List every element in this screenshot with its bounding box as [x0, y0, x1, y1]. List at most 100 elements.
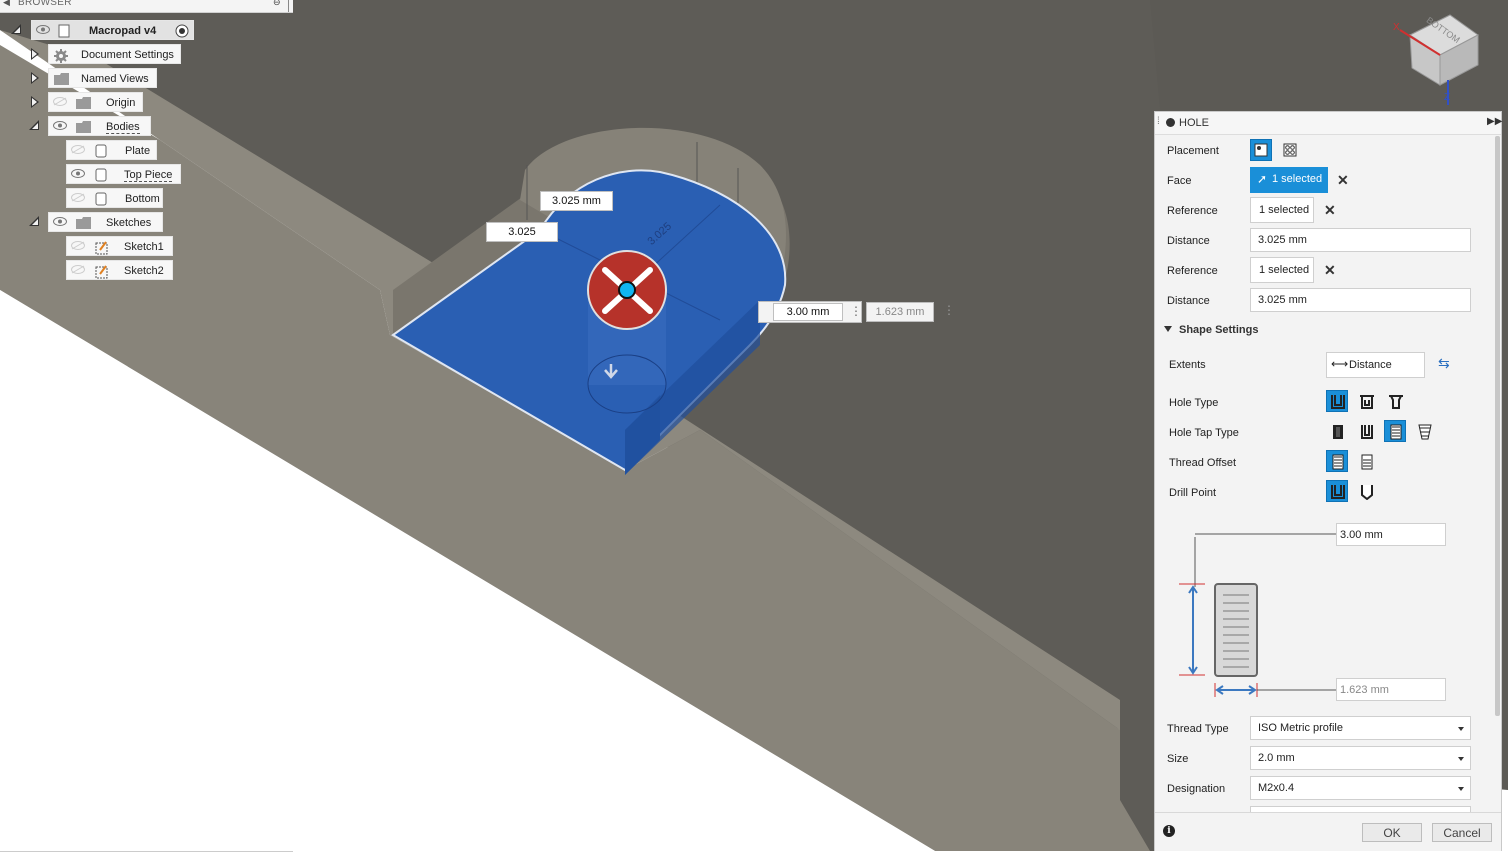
drag-handle-icon[interactable]: ⁞: [1157, 116, 1160, 127]
flip-direction-icon[interactable]: ⇆: [1438, 355, 1450, 372]
size-dropdown[interactable]: 2.0 mm: [1250, 746, 1471, 770]
chevron-down-icon: [1164, 326, 1172, 332]
hole-tap-type-label: Hole Tap Type: [1169, 427, 1239, 439]
browser-item-sketches[interactable]: Sketches: [48, 212, 163, 232]
ok-button[interactable]: OK: [1362, 823, 1422, 842]
hidden-eye-icon[interactable]: [71, 193, 85, 202]
clear-face-icon[interactable]: ✕: [1337, 172, 1349, 189]
cursor-icon: ➚: [1257, 172, 1268, 186]
browser-resize-handle[interactable]: [288, 0, 289, 12]
extents-label: Extents: [1169, 359, 1206, 371]
thread-offset-partial-button[interactable]: [1355, 450, 1377, 472]
browser-item-label: Bottom: [125, 193, 160, 205]
counterbore-hole-button[interactable]: [1355, 390, 1377, 412]
depth-manipulator[interactable]: 3.00 mm ⋮: [758, 301, 862, 323]
shape-settings-label: Shape Settings: [1179, 324, 1259, 336]
collapse-browser-icon[interactable]: ◀: [3, 0, 10, 8]
browser-item-label: Origin: [106, 97, 136, 109]
eye-icon[interactable]: [71, 169, 85, 178]
clear-reference2-icon[interactable]: ✕: [1324, 262, 1336, 279]
depth-input[interactable]: 3.00 mm: [773, 303, 843, 321]
browser-item-sketch2[interactable]: Sketch2: [66, 260, 173, 280]
browser-item-document-settings[interactable]: Document Settings: [48, 44, 181, 64]
placement-label: Placement: [1167, 145, 1219, 157]
hidden-eye-icon[interactable]: [71, 265, 85, 274]
thread-type-dropdown[interactable]: ISO Metric profile: [1250, 716, 1471, 740]
distance2-input[interactable]: 3.025 mm: [1250, 288, 1471, 312]
dialog-scrollbar[interactable]: [1495, 136, 1500, 716]
taper-tapped-button[interactable]: [1413, 420, 1435, 442]
tapped-tap-button[interactable]: [1384, 420, 1406, 442]
browser-item-plate[interactable]: Plate: [66, 140, 157, 160]
sketches-expand-icon[interactable]: [29, 216, 39, 226]
flat-drill-point-button[interactable]: [1326, 480, 1348, 502]
clear-reference1-icon[interactable]: ✕: [1324, 202, 1336, 219]
multiple-hole-placement-button[interactable]: [1279, 139, 1301, 161]
dimension-top-input[interactable]: 3.025 mm: [540, 191, 613, 211]
hidden-eye-icon[interactable]: [71, 145, 85, 154]
browser-item-label: Bodies: [106, 121, 140, 134]
extents-value: Distance: [1349, 359, 1392, 371]
browser-item-origin[interactable]: Origin: [48, 92, 143, 112]
thread-offset-full-button[interactable]: [1326, 450, 1348, 472]
root-expand-icon[interactable]: [11, 24, 21, 34]
body-icon: [95, 192, 107, 206]
countersink-hole-button[interactable]: [1384, 390, 1406, 412]
gear-icon: [54, 49, 68, 63]
eye-icon[interactable]: [53, 121, 67, 130]
browser-item-named-views[interactable]: Named Views: [48, 68, 157, 88]
browser-root-node[interactable]: Macropad v4: [31, 20, 194, 40]
hidden-eye-icon[interactable]: [71, 241, 85, 250]
document-settings-expand-icon[interactable]: [31, 48, 39, 60]
named-views-expand-icon[interactable]: [31, 72, 39, 84]
drill-point-label: Drill Point: [1169, 487, 1217, 499]
browser-item-top-piece[interactable]: Top Piece: [66, 164, 181, 184]
folder-icon: [76, 121, 91, 133]
bodies-expand-icon[interactable]: [29, 120, 39, 130]
activate-radio-icon[interactable]: [175, 24, 189, 38]
browser-item-bottom[interactable]: Bottom: [66, 188, 163, 208]
viewcube-x-axis-label: X: [1393, 22, 1400, 33]
browser-minimize-icon[interactable]: ⊖: [273, 0, 281, 8]
eye-icon[interactable]: [36, 25, 50, 34]
reference2-label: Reference: [1167, 265, 1218, 277]
dialog-title: HOLE: [1179, 117, 1209, 129]
info-icon[interactable]: i: [1163, 825, 1175, 837]
clearance-tap-button[interactable]: [1355, 420, 1377, 442]
eye-icon[interactable]: [53, 217, 67, 226]
single-hole-placement-button[interactable]: [1250, 139, 1272, 161]
angled-drill-point-button[interactable]: [1355, 480, 1377, 502]
hole-dialog-header[interactable]: ⁞ HOLE ▶▶: [1155, 112, 1502, 135]
face-selection-button[interactable]: ➚ 1 selected: [1250, 167, 1328, 193]
hidden-eye-icon[interactable]: [53, 97, 67, 106]
collapse-dialog-icon[interactable]: [1166, 118, 1175, 127]
dialog-footer: i OK Cancel: [1155, 812, 1501, 851]
designation-dropdown[interactable]: M2x0.4: [1250, 776, 1471, 800]
dimension-left-input[interactable]: 3.025: [486, 222, 558, 242]
browser-item-bodies[interactable]: Bodies: [48, 116, 151, 136]
reference2-selection-button[interactable]: 1 selected: [1250, 257, 1314, 283]
origin-expand-icon[interactable]: [31, 96, 39, 108]
extents-dropdown[interactable]: ⟷ Distance: [1326, 352, 1425, 378]
depth-menu-icon[interactable]: ⋮: [850, 304, 862, 318]
hole-type-label: Hole Type: [1169, 397, 1219, 409]
simple-hole-button[interactable]: [1326, 390, 1348, 412]
size-label: Size: [1167, 753, 1189, 765]
browser-item-label: Plate: [125, 145, 151, 157]
distance1-input[interactable]: 3.025 mm: [1250, 228, 1471, 252]
diagram-depth-input[interactable]: 3.00 mm: [1336, 523, 1446, 546]
browser-header[interactable]: ◀ BROWSER ⊖: [0, 0, 293, 13]
thread-offset-label: Thread Offset: [1169, 457, 1237, 469]
reference1-selection-button[interactable]: 1 selected: [1250, 197, 1314, 223]
diameter-input[interactable]: 1.623 mm: [866, 302, 934, 322]
browser-item-label: Sketches: [106, 217, 152, 229]
simple-tap-button[interactable]: [1326, 420, 1348, 442]
distance1-label: Distance: [1167, 235, 1210, 247]
browser-item-label: Top Piece: [124, 169, 173, 182]
diagram-diameter-input[interactable]: 1.623 mm: [1336, 678, 1446, 701]
diameter-menu-icon[interactable]: ⋮: [943, 303, 955, 317]
expand-dialog-icon[interactable]: ▶▶: [1487, 116, 1502, 127]
browser-item-sketch1[interactable]: Sketch1: [66, 236, 173, 256]
root-label: Macropad v4: [89, 25, 157, 37]
cancel-button[interactable]: Cancel: [1432, 823, 1492, 842]
